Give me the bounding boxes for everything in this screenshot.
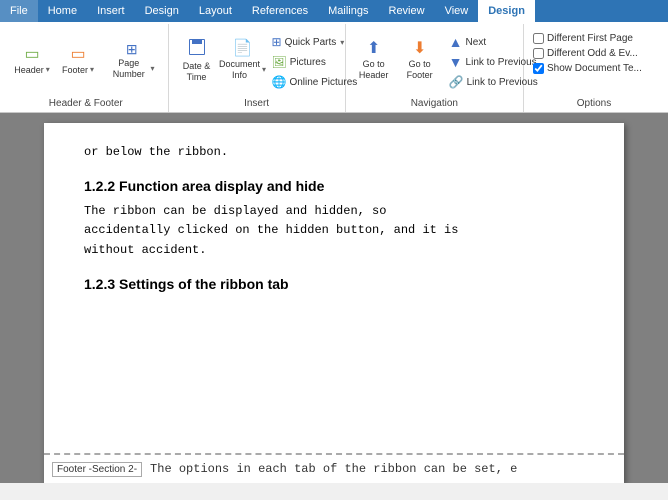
menu-mailings[interactable]: Mailings [318, 0, 378, 22]
ribbon-group-insert: Date &Time 📄 DocumentInfo ▾ ⊞ Quick Part… [169, 24, 346, 112]
doc-section-2: 1.2.2 Function area display and hide The… [84, 178, 584, 260]
options-group-label: Options [530, 95, 658, 112]
footer-button[interactable]: ▭ Footer ▾ [56, 28, 100, 94]
menubar: File Home Insert Design Layout Reference… [0, 0, 668, 22]
date-time-icon [189, 39, 205, 55]
footer-content-text: The options in each tab of the ribbon ca… [150, 462, 517, 476]
menu-view[interactable]: View [435, 0, 479, 22]
header-dropdown-arrow: ▾ [46, 65, 50, 75]
header-icon: ▭ [24, 47, 39, 63]
go-to-header-button[interactable]: ⬆ Go toHeader [352, 28, 396, 94]
ribbon-group-navigation: ⬆ Go toHeader ⬇ Go toFooter ▲ Next ▼ Lin… [346, 24, 524, 112]
ribbon-group-header-footer: ▭ Header ▾ ▭ Footer ▾ ⊞ Page [4, 24, 169, 112]
footer-section-label: Footer -Section 2- [52, 462, 142, 477]
link-to-previous-icon: 🔗 [449, 75, 464, 89]
document-info-dropdown-arrow: ▾ [262, 65, 266, 75]
document-area: or below the ribbon. 1.2.2 Function area… [0, 113, 668, 483]
menu-design-active[interactable]: Design [478, 0, 535, 22]
doc-text-1: or below the ribbon. [84, 143, 584, 162]
quick-parts-icon: ⊞ [272, 35, 282, 49]
footer-icon: ▭ [70, 47, 85, 63]
document-info-icon: 📄 [233, 41, 253, 57]
go-to-footer-icon: ⬇ [413, 41, 426, 57]
document-page: or below the ribbon. 1.2.2 Function area… [44, 123, 624, 483]
doc-section-1: or below the ribbon. [84, 143, 584, 162]
online-pictures-icon: 🌐 [272, 75, 287, 89]
different-odd-even-input[interactable] [533, 48, 544, 59]
show-document-text-input[interactable] [533, 63, 544, 74]
different-first-page-checkbox[interactable]: Different First Page [530, 32, 636, 45]
next-icon: ▼ [449, 54, 463, 70]
menu-references[interactable]: References [242, 0, 318, 22]
header-footer-group-label: Header & Footer [10, 95, 162, 112]
show-document-text-checkbox[interactable]: Show Document Te... [530, 62, 645, 75]
different-first-page-input[interactable] [533, 33, 544, 44]
footer-dropdown-arrow: ▾ [90, 65, 94, 75]
page-number-button[interactable]: ⊞ Page Number ▾ [102, 28, 162, 94]
menu-layout[interactable]: Layout [189, 0, 242, 22]
insert-group-label: Insert [175, 95, 339, 112]
menu-file[interactable]: File [0, 0, 38, 22]
doc-heading-2: 1.2.3 Settings of the ribbon tab [84, 276, 584, 292]
navigation-group-label: Navigation [352, 95, 517, 112]
page-number-dropdown-arrow: ▾ [150, 64, 154, 74]
ribbon-group-options: Different First Page Different Odd & Ev.… [524, 24, 664, 112]
header-button[interactable]: ▭ Header ▾ [10, 28, 54, 94]
previous-icon: ▲ [449, 34, 463, 50]
menu-insert[interactable]: Insert [87, 0, 135, 22]
page-number-icon: ⊞ [126, 42, 138, 56]
doc-section-3: 1.2.3 Settings of the ribbon tab [84, 276, 584, 292]
document-info-button[interactable]: 📄 DocumentInfo ▾ [221, 28, 265, 94]
menu-review[interactable]: Review [379, 0, 435, 22]
doc-text-2: The ribbon can be displayed and hidden, … [84, 202, 584, 260]
go-to-footer-button[interactable]: ⬇ Go toFooter [398, 28, 442, 94]
pictures-icon: 🖼 [272, 55, 287, 69]
go-to-header-icon: ⬆ [367, 41, 380, 57]
quick-parts-dropdown-arrow: ▾ [340, 38, 344, 47]
menu-design[interactable]: Design [135, 0, 189, 22]
date-time-button[interactable]: Date &Time [175, 28, 219, 94]
menu-home[interactable]: Home [38, 0, 87, 22]
different-odd-even-checkbox[interactable]: Different Odd & Ev... [530, 47, 641, 60]
ribbon: ▭ Header ▾ ▭ Footer ▾ ⊞ Page [0, 22, 668, 113]
doc-heading-1: 1.2.2 Function area display and hide [84, 178, 584, 194]
footer-area: Footer -Section 2- The options in each t… [44, 453, 624, 483]
